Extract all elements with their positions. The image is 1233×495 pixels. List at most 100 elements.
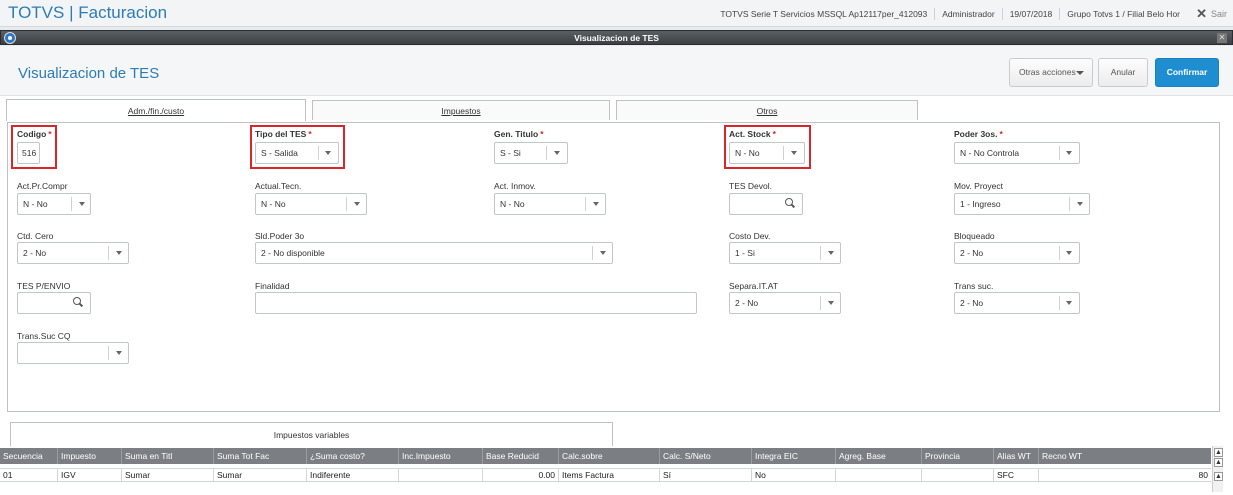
tes-penvio-input[interactable] <box>17 292 91 314</box>
table-cell <box>836 469 922 481</box>
tab-impuestos-variables[interactable]: Impuestos variables <box>10 422 613 446</box>
required-marker: * <box>999 129 1003 139</box>
costo-dev-label: Costo Dev. <box>729 231 771 241</box>
actual-tecn-select[interactable]: N - No <box>255 193 367 215</box>
tes-devol-input[interactable] <box>729 193 803 215</box>
chevron-down-icon <box>828 251 834 255</box>
table-cell: SFC <box>994 469 1039 481</box>
poder-3os-select[interactable]: N - No Controla <box>954 142 1080 164</box>
otras-acciones-label: Otras acciones <box>1019 67 1076 77</box>
tab-otros[interactable]: Otros <box>616 100 918 120</box>
mov-proyect-value: 1 - Ingreso <box>960 199 1001 209</box>
ctd-cero-select[interactable]: 2 - No <box>17 242 129 264</box>
column-header[interactable]: Suma en Titl <box>122 448 214 464</box>
chevron-down-icon <box>1076 71 1084 75</box>
chevron-down-icon <box>1066 151 1072 155</box>
bloqueado-label: Bloqueado <box>954 231 995 241</box>
table-cell: No <box>752 469 836 481</box>
mov-proyect-label: Mov. Proyect <box>954 181 1003 191</box>
gen-titulo-value: S - Si <box>500 148 521 158</box>
poder-3os-field: Poder 3os. * <box>954 129 1003 139</box>
confirmar-button[interactable]: Confirmar <box>1155 58 1219 87</box>
table-cell: Sí <box>660 469 752 481</box>
chevron-down-icon <box>554 151 560 155</box>
gen-titulo-select[interactable]: S - Si <box>494 142 568 164</box>
tab-adm-fin-custo[interactable]: Adm./fin./custo <box>6 99 306 121</box>
user-label: Administrador <box>934 8 1001 20</box>
poder-3os-label: Poder 3os. <box>954 129 998 139</box>
trans-suc-select[interactable]: 2 - No <box>954 292 1080 314</box>
costo-dev-value: 1 - Si <box>735 248 755 258</box>
window-titlebar: Visualizacion de TES ✕ <box>0 30 1233 45</box>
separa-it-label: Separa.IT.AT <box>729 281 778 291</box>
date-label: 19/07/2018 <box>1001 8 1060 20</box>
actual-tecn-value: N - No <box>261 199 286 209</box>
column-header[interactable]: Suma Tot Fac <box>214 448 307 464</box>
search-icon[interactable] <box>785 198 795 208</box>
mov-proyect-select[interactable]: 1 - Ingreso <box>954 193 1090 215</box>
column-header[interactable]: Impuesto <box>58 448 122 464</box>
chevron-down-icon <box>600 251 606 255</box>
trans-suc-cq-select[interactable] <box>17 342 129 364</box>
act-inmov-value: N - No <box>500 199 525 209</box>
column-header[interactable]: Agreg. Base <box>836 448 922 464</box>
column-header[interactable]: Recno WT <box>1039 448 1211 464</box>
column-header[interactable]: Secuencia <box>0 448 58 464</box>
column-header[interactable]: Integra EIC <box>752 448 836 464</box>
table-cell: IGV <box>58 469 122 481</box>
scroll-up-icon[interactable]: ▲ <box>1214 458 1223 467</box>
column-header[interactable]: Inc.Impuesto <box>399 448 483 464</box>
column-header[interactable]: Base Reducid <box>483 448 559 464</box>
sld-poder-value: 2 - No disponible <box>261 248 325 258</box>
act-inmov-select[interactable]: N - No <box>494 193 606 215</box>
table-cell: Sumar <box>214 469 307 481</box>
table-cell: 0.00 <box>483 469 559 481</box>
costo-dev-select[interactable]: 1 - Si <box>729 242 841 264</box>
otras-acciones-button[interactable]: Otras acciones <box>1009 58 1093 87</box>
tes-penvio-label: TES P/ENVIO <box>17 281 71 291</box>
window-close-icon[interactable]: ✕ <box>1217 33 1227 43</box>
ctd-cero-value: 2 - No <box>23 248 47 258</box>
impuestos-grid: Secuencia Impuesto Suma en Titl Suma Tot… <box>0 446 1211 495</box>
tes-devol-label: TES Devol. <box>729 181 772 191</box>
exit-label: Sair <box>1210 9 1227 19</box>
column-header[interactable]: Calc.sobre <box>559 448 660 464</box>
highlight-box-codigo <box>11 125 57 169</box>
exit-button[interactable]: ✕ Sair <box>1196 6 1227 22</box>
grid-scrollbar[interactable]: ▲ ▲ ▲ <box>1212 446 1223 492</box>
search-icon[interactable] <box>73 297 83 307</box>
table-cell <box>922 469 994 481</box>
tab-impuestos[interactable]: Impuestos <box>312 100 610 120</box>
anular-button[interactable]: Anular <box>1098 58 1148 87</box>
session-info: TOTVS Serie T Servicios MSSQL Ap12117per… <box>713 8 1187 20</box>
gen-titulo-label: Gen. Titulo <box>494 129 539 139</box>
table-cell: Items Factura <box>559 469 660 481</box>
scroll-down-icon[interactable]: ▲ <box>1214 472 1223 481</box>
finalidad-input[interactable] <box>255 292 697 314</box>
act-inmov-label: Act. Inmov. <box>494 181 536 191</box>
column-header[interactable]: Alias WT <box>994 448 1039 464</box>
chevron-down-icon <box>79 202 85 206</box>
column-header[interactable]: Calc. S/Neto <box>660 448 752 464</box>
page-title: Visualizacion de TES <box>18 65 160 82</box>
column-header[interactable]: Provincia <box>922 448 994 464</box>
chevron-down-icon <box>1066 301 1072 305</box>
table-cell <box>399 469 483 481</box>
separa-it-select[interactable]: 2 - No <box>729 292 841 314</box>
highlight-box-act-stock <box>724 125 811 169</box>
branch-label[interactable]: Grupo Totvs 1 / Filial Belo Hor <box>1059 8 1187 20</box>
sld-poder-select[interactable]: 2 - No disponible <box>255 242 613 264</box>
trans-suc-cq-label: Trans.Suc CQ <box>17 331 71 341</box>
grid-header: Secuencia Impuesto Suma en Titl Suma Tot… <box>0 448 1211 464</box>
app-title: TOTVS | Facturacion <box>8 3 168 22</box>
table-row[interactable]: 01 IGV Sumar Sumar Indiferente 0.00 Item… <box>0 468 1211 482</box>
chevron-down-icon <box>593 202 599 206</box>
table-cell: 01 <box>0 469 58 481</box>
scroll-top-icon[interactable]: ▲ <box>1214 448 1223 457</box>
bloqueado-select[interactable]: 2 - No <box>954 242 1080 264</box>
environment-label: TOTVS Serie T Servicios MSSQL Ap12117per… <box>720 9 928 19</box>
dialog-header: Visualizacion de TES Otras acciones Anul… <box>0 46 1233 96</box>
sld-poder-label: Sld.Poder 3o <box>255 231 305 241</box>
column-header[interactable]: ¿Suma costo? <box>307 448 399 464</box>
act-pr-compr-select[interactable]: N - No <box>17 193 91 215</box>
